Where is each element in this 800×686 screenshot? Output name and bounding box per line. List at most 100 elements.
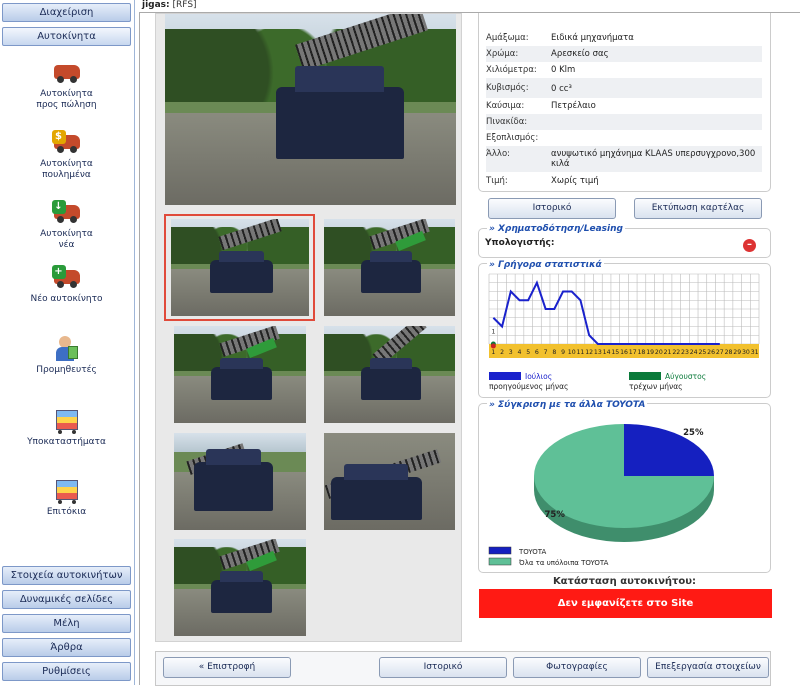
nav-administration[interactable]: Διαχείριση [2,3,131,22]
photo-thumbnail[interactable] [171,219,309,316]
stats-panel: » Γρήγορα στατιστικά 1 2 3 4 5 6 7 8 9 10 11 12 13 14… [478,260,771,398]
nav-articles[interactable]: Άρθρα [2,638,131,657]
photo-thumbnail[interactable] [324,219,455,316]
sidebar-item-label: Αυτοκίνητα προς πώληση [36,89,97,110]
photo-thumbnail[interactable] [324,433,455,530]
nav-members[interactable]: Μέλη [2,614,131,633]
x-tick-label: 16 [620,349,628,356]
sidebar-item-new-car[interactable]: + Νέο αυτοκίνητο [2,265,131,305]
series-line [492,280,720,345]
legend-sublabel: τρέχων μήνας [629,382,683,391]
stats-line-chart: 1 2 3 4 5 6 7 8 9 10 11 12 13 14 15 16 17 18 19 20 21 22 23 24 2… [488,273,760,391]
x-tick-label: 3 [509,349,513,356]
detail-value: 0 Klm [551,65,576,75]
photo-thumbnail[interactable] [324,326,455,423]
x-tick-label: 9 [561,349,565,356]
x-tick-label: 20 [655,349,663,356]
sidebar-item-cars-for-sale[interactable]: Αυτοκίνητα προς πώληση [2,60,131,111]
detail-value: Πετρέλαιο [551,101,596,111]
edit-details-button[interactable]: Επεξεργασία στοιχείων [647,657,769,678]
x-tick-label: 21 [664,349,672,356]
sidebar-item-label: Υποκαταστήματα [27,437,106,447]
detail-key: Κυβισμός: [486,83,529,93]
x-tick-label: 15 [611,349,619,356]
detail-key: Χιλιόμετρα: [486,65,537,75]
x-tick-label: 11 [577,349,585,356]
rates-icon [52,478,82,504]
photo-thumbnail[interactable] [174,433,306,530]
detail-value: Ειδικά μηχανήματα [551,33,634,43]
nav-cars[interactable]: Αυτοκίνητα [2,27,131,46]
car-new-icon: ↓ [51,200,82,226]
finance-panel: » Χρηματοδότηση/Leasing Υπολογιστής: – [478,224,771,258]
car-status-label: Κατάσταση αυτοκινήτου: [552,576,697,587]
main-photo[interactable] [165,14,456,205]
detail-row: Χρώμα: Αρεσκείο σας [486,46,762,62]
x-tick-label: 17 [629,349,637,356]
detail-row: Χιλιόμετρα: 0 Klm [486,62,762,78]
x-tick-label: 2 [500,349,504,356]
sidebar-item-label: Αυτοκίνητα πουλημένα [40,159,93,180]
main-content: Αμάξωμα: Ειδικά μηχανήματα Χρώμα: Αρεσκείο… [139,12,800,686]
history-bottom-button[interactable]: Ιστορικό [379,657,507,678]
sidebar-item-rates[interactable]: Επιτόκια [2,478,131,518]
sidebar-item-label: Προμηθευτές [36,365,97,375]
legend-label: Αύγουστος [665,372,706,381]
detail-value: ανυψωτικό μηχάνημα KLAAS υπερσυγχρονο,30… [551,149,756,169]
detail-value [551,130,761,133]
collapse-icon[interactable]: – [743,239,756,252]
x-tick-label: 30 [742,349,750,356]
nav-settings[interactable]: Ρυθμίσεις [2,662,131,681]
x-tick-label: 13 [594,349,602,356]
detail-key: Χρώμα: [486,49,519,59]
sidebar-item-cars-sold[interactable]: $ Αυτοκίνητα πουλημένα [2,130,131,181]
x-tick-label: 14 [603,349,611,356]
bottom-toolbar: « Επιστροφή Ιστορικό Φωτογραφίες Επεξεργ… [155,651,771,686]
x-tick-label: 26 [707,349,715,356]
username: jigas: [142,0,170,10]
supplier-icon [52,336,82,362]
detail-key: Τιμή: [486,176,508,186]
x-tick-label: 22 [672,349,680,356]
x-tick-label: 1 [491,349,495,356]
car-status-value: Δεν εμφανίζετε στο Site [479,589,772,618]
current-day-marker [490,343,496,349]
x-tick-label: 27 [716,349,724,356]
detail-key: Πινακίδα: [486,117,528,127]
calculator-label: Υπολογιστής: [485,238,555,248]
x-tick-label: 23 [681,349,689,356]
sidebar: Διαχείριση Αυτοκίνητα Αυτοκίνητα προς πώ… [0,0,135,685]
x-tick-label: 31 [751,349,759,356]
detail-row: Πινακίδα: [486,114,762,130]
sidebar-item-label: Αυτοκίνητα νέα [40,229,93,250]
x-tick-label: 12 [585,349,593,356]
photo-thumbnail[interactable] [174,326,306,423]
detail-key: Αμάξωμα: [486,33,529,43]
detail-row: Άλλο: ανυψωτικό μηχάνημα KLAAS υπερσυγχρο… [486,146,762,172]
sidebar-item-label: Νέο αυτοκίνητο [30,294,103,304]
detail-value: Χωρίς τιμή [551,176,599,186]
legend-swatch [488,557,512,566]
photos-button[interactable]: Φωτογραφίες [513,657,641,678]
x-tick-label: 5 [526,349,530,356]
x-tick-label: 18 [637,349,645,356]
sidebar-item-branches[interactable]: Υποκαταστήματα [2,408,131,448]
legend-label: Όλα τα υπόλοιπα TOYOTA [518,559,609,567]
nav-car-details[interactable]: Στοιχεία αυτοκινήτων [2,566,131,585]
x-tick-label: 8 [552,349,556,356]
print-card-button[interactable]: Εκτύπωση καρτέλας [634,198,762,219]
sidebar-item-cars-new[interactable]: ↓ Αυτοκίνητα νέα [2,200,131,251]
nav-dynamic-pages[interactable]: Δυναμικές σελίδες [2,590,131,609]
top-bar: jigas: [RFS] [136,0,800,12]
detail-value [551,114,761,117]
history-button[interactable]: Ιστορικό [488,198,616,219]
sidebar-item-suppliers[interactable]: Προμηθευτές [2,336,131,376]
back-button[interactable]: « Επιστροφή [163,657,291,678]
x-tick-label: 19 [646,349,654,356]
detail-value: 0 cc³ [551,84,572,94]
finance-title: » Χρηματοδότηση/Leasing [487,224,625,234]
legend-swatch [489,372,521,380]
branches-icon [52,408,82,434]
photo-thumbnail[interactable] [174,539,306,636]
legend-swatch [488,546,512,555]
